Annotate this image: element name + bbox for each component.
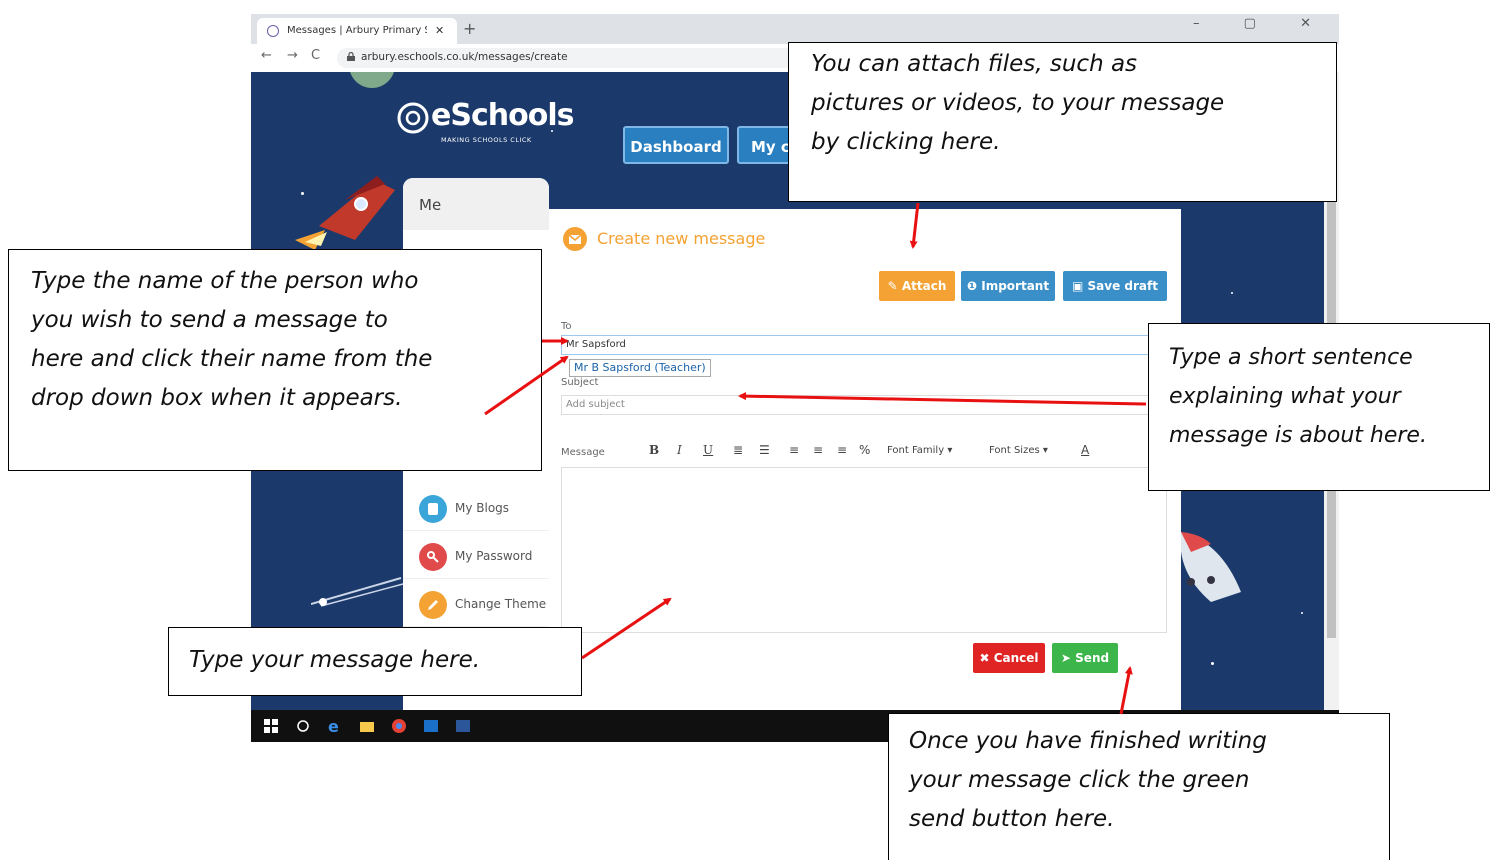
- arrow-to-send: [1119, 666, 1133, 715]
- arrow-to-subject: [738, 392, 1147, 406]
- arrow-to-attach: [909, 202, 920, 249]
- annotation-arrows: [484, 202, 1147, 715]
- arrow-to-message: [581, 597, 672, 660]
- arrow-to-suggestion: [484, 355, 569, 416]
